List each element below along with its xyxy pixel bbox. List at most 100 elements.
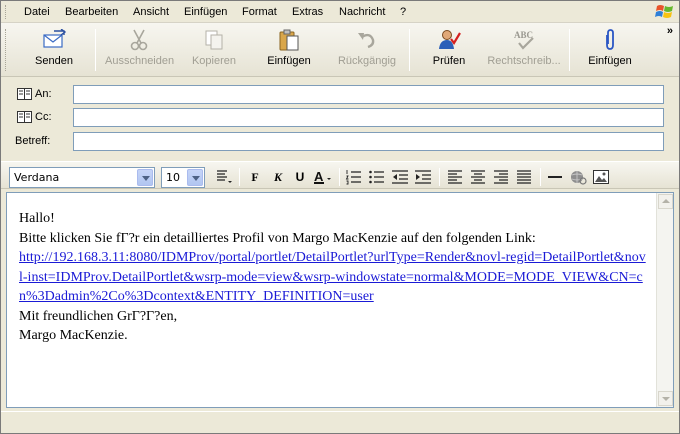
justify-button[interactable] bbox=[515, 169, 533, 185]
font-size-value: 10 bbox=[166, 171, 180, 184]
closing-line: Mit freundlichen GrГ?Г?en, bbox=[19, 308, 178, 324]
scroll-up-icon[interactable] bbox=[658, 194, 673, 209]
cc-row: Cc: bbox=[1, 107, 679, 129]
font-name-select[interactable]: Verdana bbox=[9, 167, 155, 188]
font-size-select[interactable]: 10 bbox=[161, 167, 205, 188]
scissors-icon bbox=[130, 29, 148, 51]
subject-label: Betreff: bbox=[15, 135, 51, 147]
profile-link[interactable]: http://192.168.3.11:8080/IDMProv/portal/… bbox=[19, 248, 649, 307]
menu-datei[interactable]: Datei bbox=[24, 6, 50, 18]
toolbar-separator bbox=[95, 29, 96, 71]
align-left-button[interactable] bbox=[446, 169, 464, 185]
subject-field[interactable] bbox=[73, 132, 664, 151]
toolbar-separator bbox=[569, 29, 570, 71]
undo-icon bbox=[358, 33, 375, 49]
paste-label: Einfügen bbox=[267, 55, 311, 67]
decrease-indent-button[interactable] bbox=[391, 169, 409, 185]
to-row: An: bbox=[1, 84, 679, 106]
main-toolbar: Senden Ausschneiden Kopieren Einfügen Rü… bbox=[1, 23, 679, 77]
message-body[interactable]: Hallo! Bitte klicken Sie fГ?r ein detail… bbox=[6, 192, 674, 408]
bold-button[interactable]: F bbox=[246, 169, 264, 185]
spelling-label: Rechtschreib... bbox=[487, 55, 561, 67]
spelling-button[interactable]: ABC Rechtschreib... bbox=[486, 27, 562, 73]
menu-ansicht[interactable]: Ansicht bbox=[133, 6, 169, 18]
picture-icon bbox=[593, 170, 609, 184]
scroll-down-icon[interactable] bbox=[658, 391, 673, 406]
align-right-button[interactable] bbox=[492, 169, 510, 185]
send-icon bbox=[43, 29, 66, 48]
numbered-list-button[interactable] bbox=[345, 169, 363, 185]
justify-icon bbox=[517, 170, 531, 184]
send-label: Senden bbox=[35, 55, 73, 67]
menu-extras[interactable]: Extras bbox=[292, 6, 323, 18]
dropdown-arrow-icon[interactable] bbox=[137, 169, 153, 186]
italic-button[interactable]: K bbox=[269, 169, 287, 185]
menu-nachricht[interactable]: Nachricht bbox=[339, 6, 385, 18]
address-book-icon[interactable] bbox=[17, 88, 32, 100]
cc-field[interactable] bbox=[73, 108, 664, 127]
compose-window: Datei Bearbeiten Ansicht Einfügen Format… bbox=[0, 0, 680, 434]
dropdown-arrow-icon[interactable] bbox=[187, 169, 203, 186]
address-book-icon[interactable] bbox=[17, 111, 32, 123]
format-separator bbox=[439, 168, 440, 186]
increase-indent-button[interactable] bbox=[414, 169, 432, 185]
intro-line: Bitte klicken Sie fГ?r ein detailliertes… bbox=[19, 230, 536, 246]
format-separator bbox=[540, 168, 541, 186]
attach-label: Einfügen bbox=[588, 55, 632, 67]
horizontal-line-button[interactable] bbox=[546, 169, 564, 185]
cut-label: Ausschneiden bbox=[105, 55, 175, 67]
copy-button[interactable]: Kopieren bbox=[185, 27, 243, 73]
menu-einfuegen[interactable]: Einfügen bbox=[184, 6, 227, 18]
menu-format[interactable]: Format bbox=[242, 6, 277, 18]
underline-button[interactable]: U bbox=[291, 169, 309, 185]
menu-help[interactable]: ? bbox=[400, 6, 406, 18]
format-separator bbox=[339, 168, 340, 186]
toolbar-grip[interactable] bbox=[5, 29, 8, 71]
menu-grip[interactable] bbox=[5, 5, 8, 19]
align-right-icon bbox=[494, 170, 508, 184]
numbered-list-icon bbox=[345, 170, 361, 185]
status-bar bbox=[1, 411, 679, 433]
send-button[interactable]: Senden bbox=[23, 27, 85, 73]
menu-bearbeiten[interactable]: Bearbeiten bbox=[65, 6, 118, 18]
undo-button[interactable]: Rückgängig bbox=[335, 27, 399, 73]
check-names-label: Prüfen bbox=[432, 55, 466, 67]
subject-row: Betreff: bbox=[1, 131, 679, 153]
align-center-icon bbox=[471, 170, 485, 184]
greeting-line: Hallo! bbox=[19, 211, 55, 226]
svg-text:ABC: ABC bbox=[514, 30, 533, 40]
cut-button[interactable]: Ausschneiden bbox=[105, 27, 175, 73]
align-center-button[interactable] bbox=[469, 169, 487, 185]
cc-label: Cc: bbox=[35, 111, 52, 123]
insert-hyperlink-button[interactable] bbox=[569, 169, 587, 185]
check-names-button[interactable]: Prüfen bbox=[425, 27, 473, 73]
increase-indent-icon bbox=[415, 170, 431, 184]
signature-line: Margo MacKenzie. bbox=[19, 328, 128, 343]
insert-picture-button[interactable] bbox=[592, 169, 610, 185]
paperclip-icon bbox=[606, 29, 614, 50]
to-label: An: bbox=[35, 88, 52, 100]
vertical-scrollbar[interactable] bbox=[656, 193, 673, 407]
format-toolbar: Verdana 10 F K U A bbox=[1, 161, 679, 189]
horizontal-line-icon bbox=[548, 176, 562, 178]
font-color-icon: A bbox=[314, 169, 331, 184]
format-separator bbox=[239, 168, 240, 186]
bullet-list-button[interactable] bbox=[368, 169, 386, 185]
paragraph-style-icon bbox=[217, 170, 232, 183]
to-field[interactable] bbox=[73, 85, 664, 104]
paragraph-style-button[interactable] bbox=[215, 169, 233, 185]
align-left-icon bbox=[448, 170, 462, 184]
paste-button[interactable]: Einfügen bbox=[259, 27, 319, 73]
toolbar-overflow-chevron[interactable]: » bbox=[667, 25, 673, 37]
undo-label: Rückgängig bbox=[337, 55, 397, 67]
attach-button[interactable]: Einfügen bbox=[583, 27, 637, 73]
font-name-value: Verdana bbox=[14, 171, 60, 184]
font-color-button[interactable]: A bbox=[313, 169, 331, 185]
message-text[interactable]: Hallo! Bitte klicken Sie fГ?r ein detail… bbox=[19, 209, 649, 346]
globe-link-icon bbox=[571, 171, 587, 185]
spelling-icon: ABC bbox=[514, 30, 534, 50]
toolbar-separator bbox=[409, 29, 410, 71]
paste-icon bbox=[279, 29, 299, 51]
copy-icon bbox=[205, 30, 223, 50]
svg-text:A: A bbox=[314, 169, 324, 184]
